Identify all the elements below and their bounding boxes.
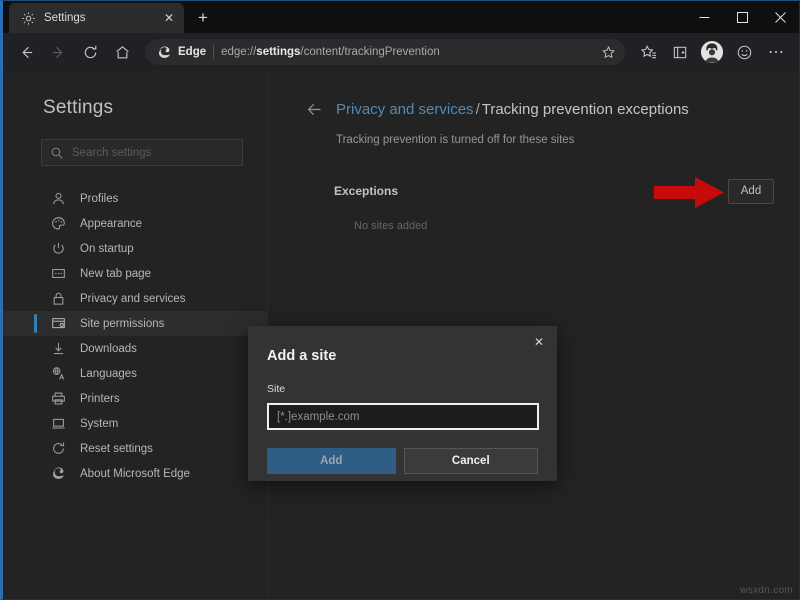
omnibox-divider — [213, 45, 215, 59]
close-button[interactable] — [761, 1, 799, 33]
window-controls — [685, 1, 799, 33]
favorite-star-icon[interactable] — [597, 41, 619, 63]
minimize-button[interactable] — [685, 1, 723, 33]
site-field-label: Site — [267, 383, 286, 395]
title-bar: Settings ✕ + — [3, 1, 799, 33]
new-tab-button[interactable]: + — [190, 5, 216, 31]
dialog-title: Add a site — [267, 348, 337, 364]
tab-title: Settings — [44, 12, 86, 24]
dialog-buttons: Add Cancel — [267, 448, 538, 474]
gear-icon — [21, 11, 36, 26]
url-text: edge://settings/content/trackingPreventi… — [221, 46, 440, 58]
collections-icon[interactable] — [665, 37, 695, 67]
edge-site-badge: Edge — [157, 45, 206, 60]
profile-avatar[interactable] — [701, 41, 723, 63]
back-icon[interactable] — [11, 37, 41, 67]
more-menu-icon[interactable]: ⋯ — [761, 37, 791, 67]
browser-window: Settings ✕ + Edge edge://settings/conten… — [0, 0, 800, 600]
watermark: wsxdn.com — [740, 585, 793, 596]
home-icon[interactable] — [107, 37, 137, 67]
maximize-button[interactable] — [723, 1, 761, 33]
smiley-icon[interactable] — [729, 37, 759, 67]
dialog-close-icon[interactable]: ✕ — [529, 332, 549, 352]
site-input[interactable] — [267, 403, 539, 430]
settings-page: Settings Profiles — [3, 71, 799, 599]
dialog-add-button[interactable]: Add — [267, 448, 396, 474]
tab-close-icon[interactable]: ✕ — [160, 9, 178, 27]
browser-toolbar: Edge edge://settings/content/trackingPre… — [3, 33, 799, 71]
forward-icon[interactable] — [43, 37, 73, 67]
address-bar[interactable]: Edge edge://settings/content/trackingPre… — [145, 39, 625, 65]
edge-badge-label: Edge — [178, 46, 207, 58]
add-site-dialog: ✕ Add a site Site Add Cancel — [248, 326, 557, 481]
refresh-icon[interactable] — [75, 37, 105, 67]
dialog-cancel-button[interactable]: Cancel — [403, 448, 538, 474]
favorites-star-icon[interactable] — [633, 37, 663, 67]
tab-settings[interactable]: Settings ✕ — [9, 3, 184, 33]
